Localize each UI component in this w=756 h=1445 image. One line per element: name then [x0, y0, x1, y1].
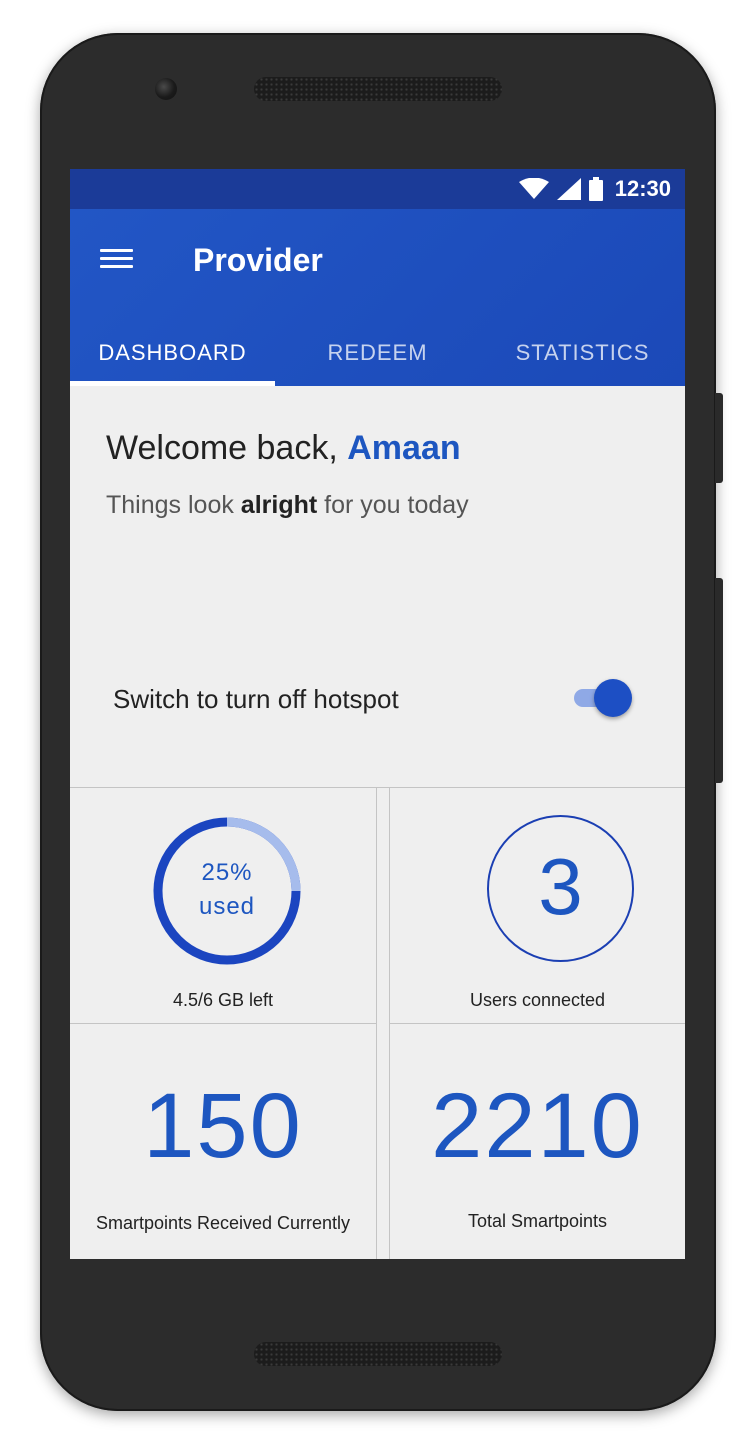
front-camera	[155, 78, 177, 100]
screen: 12:30 Provider DASHBOARD REDEEM STATISTI…	[70, 169, 685, 1259]
smartpoints-total-value: 2210	[431, 1075, 644, 1177]
users-card: 3 Users connected	[389, 788, 685, 1024]
data-left-caption: 4.5/6 GB left	[172, 990, 274, 1010]
tab-bar: DASHBOARD REDEEM STATISTICS	[70, 319, 685, 386]
subtitle-pre: Things look	[106, 491, 241, 519]
usage-used-label: used	[198, 893, 256, 920]
welcome-heading: Welcome back, Amaan	[106, 429, 461, 468]
status-bar: 12:30	[70, 169, 685, 209]
earpiece-speaker	[254, 77, 502, 101]
welcome-subtitle: Things look alright for you today	[106, 491, 469, 520]
wifi-icon	[518, 178, 549, 199]
usage-percent: 25%	[201, 859, 253, 886]
app-title: Provider	[193, 242, 323, 278]
app-bar: Provider DASHBOARD REDEEM STATISTICS	[70, 209, 685, 386]
users-caption: Users connected	[469, 990, 606, 1010]
tab-redeem[interactable]: REDEEM	[275, 319, 480, 386]
status-time: 12:30	[614, 176, 671, 201]
volume-button	[715, 578, 723, 783]
tab-dashboard[interactable]: DASHBOARD	[70, 319, 275, 386]
smartpoints-current-card: 150 Smartpoints Received Currently	[70, 1024, 377, 1259]
tab-statistics[interactable]: STATISTICS	[480, 319, 685, 386]
donut-label: 25% used	[152, 856, 302, 924]
subtitle-emphasis: alright	[240, 491, 318, 519]
hotspot-label: Switch to turn off hotspot	[113, 684, 399, 714]
user-name: Amaan	[347, 429, 461, 467]
power-button	[715, 393, 723, 483]
smartpoints-total-card: 2210 Total Smartpoints	[389, 1024, 685, 1259]
bottom-speaker	[254, 1342, 502, 1366]
menu-icon[interactable]	[100, 247, 134, 271]
stats-grid: 25% used 4.5/6 GB left 3 Users connected…	[70, 787, 685, 1259]
battery-icon	[588, 177, 603, 201]
smartpoints-current-caption: Smartpoints Received Currently	[95, 1213, 351, 1233]
toggle-knob	[594, 679, 632, 717]
data-usage-card: 25% used 4.5/6 GB left	[70, 788, 377, 1024]
subtitle-post: for you today	[317, 491, 469, 519]
signal-icon	[556, 178, 581, 200]
smartpoints-total-caption: Total Smartpoints	[467, 1211, 608, 1231]
smartpoints-current-value: 150	[143, 1075, 303, 1177]
users-count: 3	[538, 841, 583, 931]
welcome-greeting: Welcome back,	[106, 429, 348, 467]
hotspot-toggle[interactable]	[572, 678, 634, 718]
